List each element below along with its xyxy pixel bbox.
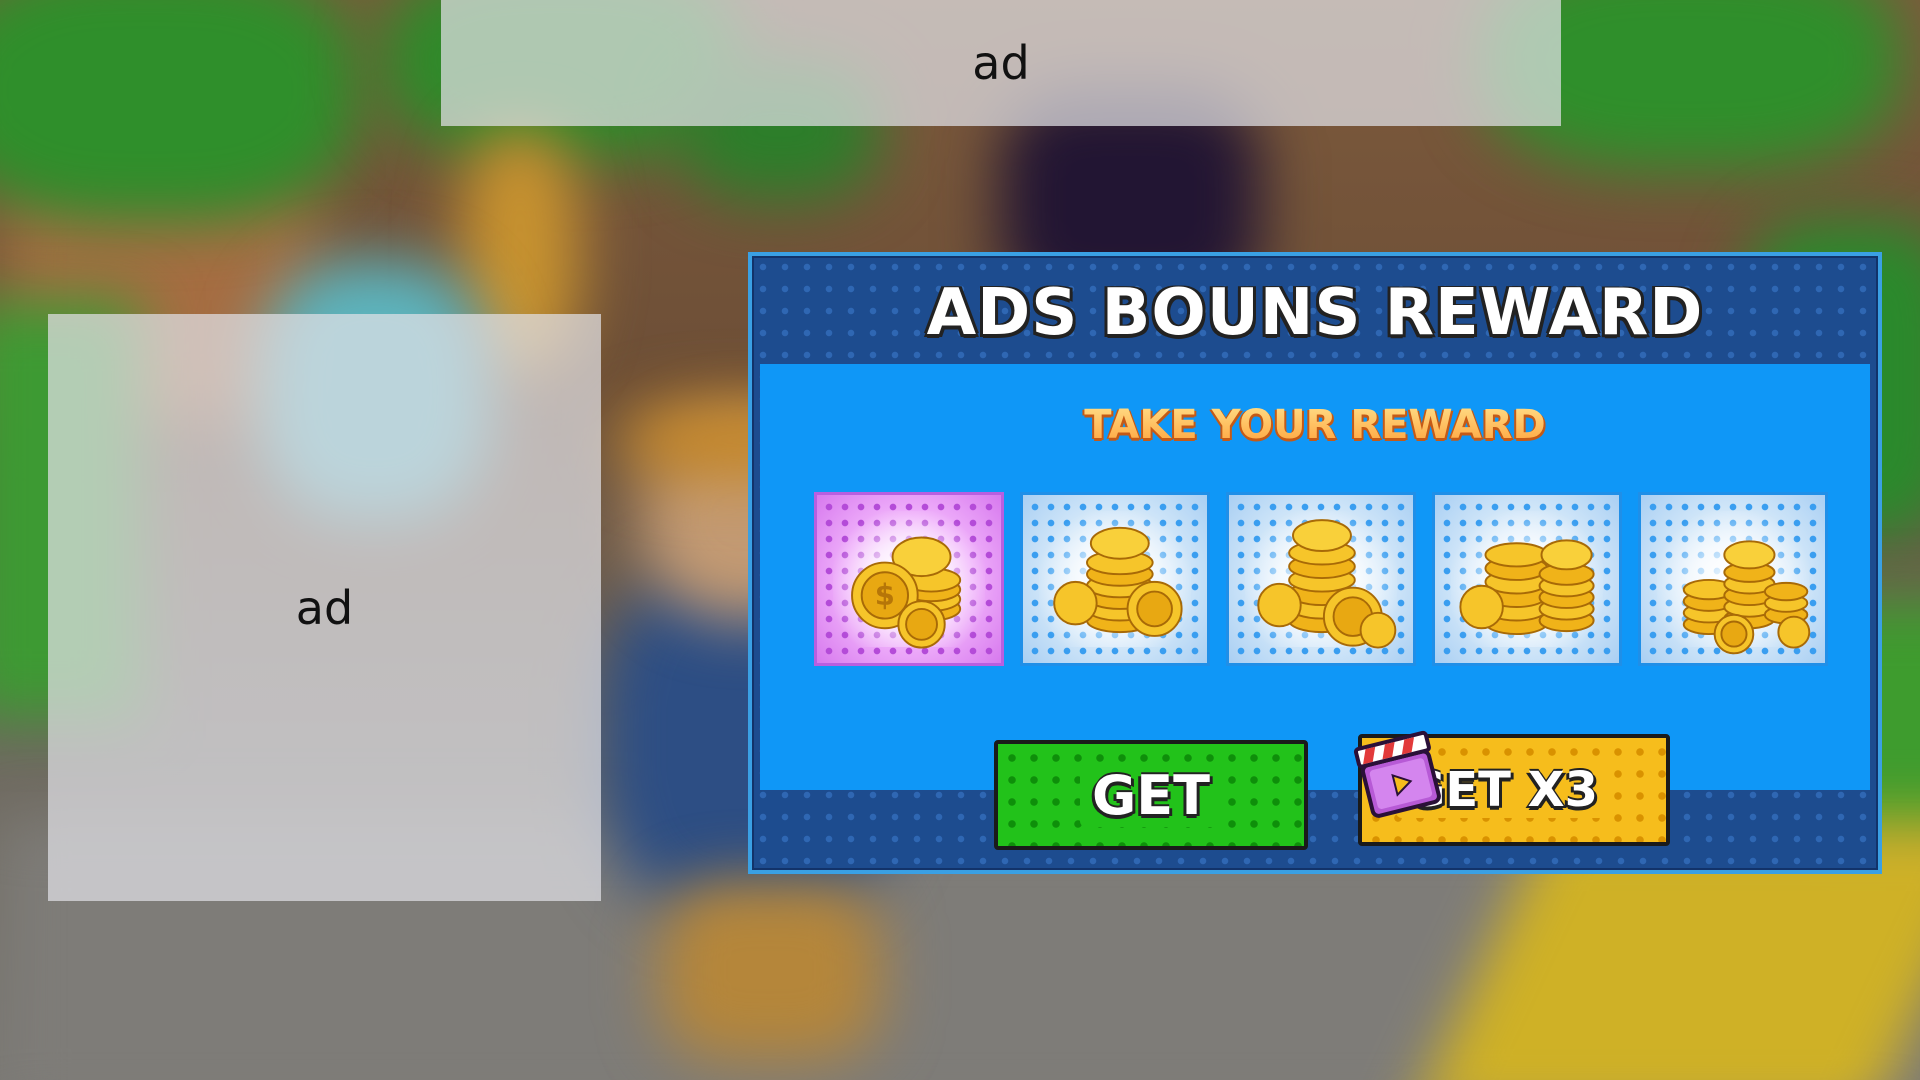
ad-label: ad <box>972 36 1030 90</box>
reward-panel-body: TAKE YOUR REWARD $ <box>760 364 1870 790</box>
reward-option-1[interactable]: $ <box>814 492 1004 666</box>
reward-option-5[interactable] <box>1638 492 1828 666</box>
reward-option-3[interactable] <box>1226 492 1416 666</box>
coin-stack-icon <box>1257 519 1397 649</box>
reward-panel: ADS BOUNS REWARD TAKE YOUR REWARD $ GET … <box>748 252 1882 874</box>
get-x3-button[interactable]: GET X3 <box>1353 730 1670 846</box>
game-scene: ad ad ADS BOUNS REWARD TAKE YOUR REWARD <box>0 0 1920 1080</box>
ad-label: ad <box>295 580 354 635</box>
get-button[interactable]: GET <box>994 740 1308 850</box>
left-ad-box[interactable]: ad <box>48 314 601 901</box>
coin-stack-icon <box>1459 539 1595 635</box>
video-clapper-icon <box>1353 730 1441 818</box>
reward-options: $ <box>814 492 1830 668</box>
panel-subtitle: TAKE YOUR REWARD <box>760 402 1870 448</box>
background-tree <box>0 0 360 220</box>
svg-text:$: $ <box>875 578 895 612</box>
player-character-legs <box>660 880 880 1060</box>
reward-option-2[interactable] <box>1020 492 1210 666</box>
coin-stack-icon <box>1682 540 1811 655</box>
panel-title: ADS BOUNS REWARD <box>926 276 1704 350</box>
reward-option-4[interactable] <box>1432 492 1622 666</box>
get-button-label: GET <box>1079 763 1223 827</box>
coin-stack-icon <box>1053 526 1183 637</box>
top-ad-banner[interactable]: ad <box>441 0 1561 126</box>
coin-stack-icon: $ <box>851 536 962 649</box>
